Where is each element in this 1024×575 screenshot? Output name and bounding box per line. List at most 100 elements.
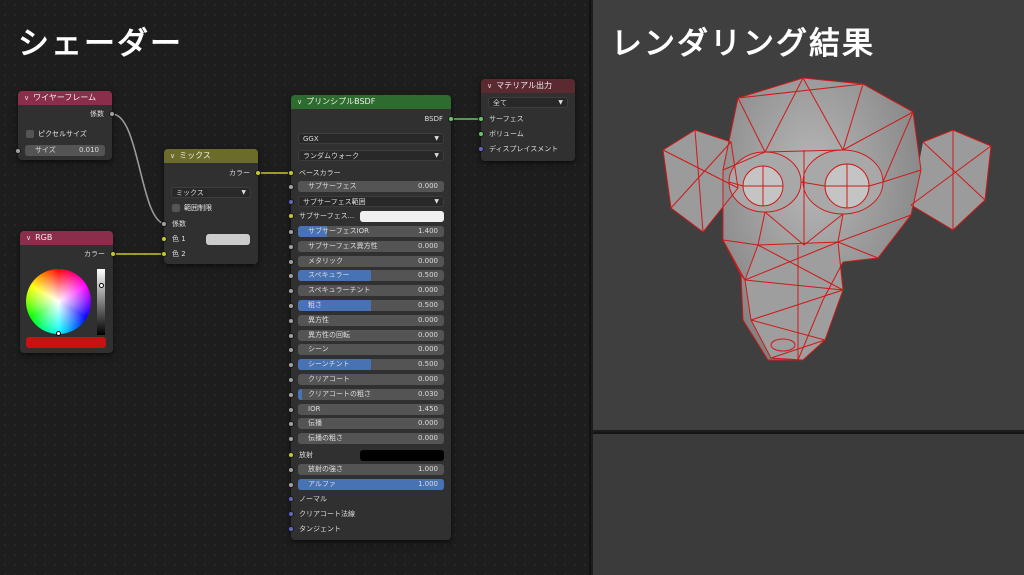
param-field[interactable]: スペキュラー 0.500 (298, 270, 444, 281)
param-socket[interactable] (288, 392, 294, 398)
color-wheel[interactable] (26, 269, 91, 334)
param-field[interactable]: サブサーフェスIOR 1.400 (298, 226, 444, 237)
mix-node[interactable]: ∨ ミックス カラー ミックス ▼ 範囲制限 係数 色 1 色 2 (161, 149, 261, 264)
size-field-label: サイズ (35, 146, 56, 154)
bsdf-output-socket[interactable] (448, 116, 454, 122)
param-label: 異方性の回転 (308, 331, 350, 339)
param-field[interactable]: シーンチント 0.500 (298, 359, 444, 370)
base-color-socket[interactable] (288, 170, 294, 176)
param-field[interactable]: 異方性 0.000 (298, 315, 444, 326)
color-wheel-cursor[interactable] (56, 331, 61, 336)
subsurface-color-socket[interactable] (288, 213, 294, 219)
param-field[interactable]: 粗さ 0.500 (298, 300, 444, 311)
factor-output-socket[interactable] (109, 111, 115, 117)
bsdf-node-header[interactable]: ∨ プリンシプルBSDF (291, 95, 451, 109)
displacement-socket[interactable] (478, 146, 484, 152)
param-value: 0.000 (417, 345, 438, 353)
surface-socket[interactable] (478, 116, 484, 122)
subsurface-radius-dropdown[interactable]: サブサーフェス範囲 ▼ (298, 196, 444, 207)
subsurface-color-swatch[interactable] (360, 211, 444, 222)
chevron-down-icon: ▼ (434, 135, 439, 142)
param-label: サブサーフェスIOR (308, 227, 370, 235)
param-field[interactable]: 異方性の回転 0.000 (298, 330, 444, 341)
param-label: クリアコート (308, 375, 350, 383)
shader-editor[interactable]: シェーダー ∨ ワイヤーフレーム 係数 ピクセルサイズ サイズ 0.010 ∨ RGB… (0, 0, 591, 575)
collapse-chevron-icon[interactable]: ∨ (170, 149, 175, 163)
subsurface-color-label: サブサーフェス... (299, 212, 355, 220)
alpha-socket[interactable] (288, 482, 294, 488)
value-slider-handle[interactable] (99, 283, 104, 288)
principled-bsdf-node[interactable]: ∨ プリンシプルBSDF BSDF GGX ▼ ランダムウォーク ▼ ベースカラー サ… (288, 95, 454, 540)
collapse-chevron-icon[interactable]: ∨ (487, 79, 492, 93)
emission-swatch[interactable] (360, 450, 444, 461)
color1-swatch[interactable] (206, 234, 250, 245)
rgb-node-header[interactable]: ∨ RGB (20, 231, 113, 245)
param-socket[interactable] (288, 259, 294, 265)
emission-socket[interactable] (288, 452, 294, 458)
render-viewport[interactable]: レンダリング結果 (593, 0, 1024, 430)
param-socket[interactable] (288, 303, 294, 309)
alpha-field[interactable]: アルファ 1.000 (298, 479, 444, 490)
subsurface-radius-socket[interactable] (288, 199, 294, 205)
subsurface-method-dropdown[interactable]: ランダムウォーク ▼ (298, 150, 444, 161)
param-socket[interactable] (288, 407, 294, 413)
color-swatch[interactable] (26, 337, 106, 348)
emission-strength-field[interactable]: 放射の強さ 1.000 (298, 464, 444, 475)
param-field[interactable]: IOR 1.450 (298, 404, 444, 415)
param-socket[interactable] (288, 333, 294, 339)
emission-label: 放射 (299, 451, 313, 459)
emission-strength-socket[interactable] (288, 467, 294, 473)
target-dropdown[interactable]: 全て ▼ (488, 97, 568, 108)
param-socket[interactable] (288, 347, 294, 353)
param-socket[interactable] (288, 244, 294, 250)
wireframe-node[interactable]: ∨ ワイヤーフレーム 係数 ピクセルサイズ サイズ 0.010 (15, 91, 115, 160)
param-field[interactable]: スペキュラーチント 0.000 (298, 285, 444, 296)
param-field[interactable]: サブサーフェス異方性 0.000 (298, 241, 444, 252)
collapse-chevron-icon[interactable]: ∨ (26, 231, 31, 245)
param-socket[interactable] (288, 273, 294, 279)
param-field[interactable]: メタリック 0.000 (298, 256, 444, 267)
field-value: 0.000 (417, 182, 438, 190)
normal-socket[interactable] (288, 496, 294, 502)
param-field[interactable]: クリアコートの粗さ 0.030 (298, 389, 444, 400)
color-output-label: カラー (229, 169, 250, 177)
param-field[interactable]: 伝播の粗さ 0.000 (298, 433, 444, 444)
param-field[interactable]: クリアコート 0.000 (298, 374, 444, 385)
param-socket[interactable] (288, 436, 294, 442)
param-socket[interactable] (288, 377, 294, 383)
output-node-header[interactable]: ∨ マテリアル出力 (481, 79, 575, 93)
value-slider[interactable] (97, 269, 105, 335)
color1-input-socket[interactable] (161, 236, 167, 242)
volume-socket[interactable] (478, 131, 484, 137)
rgb-node[interactable]: ∨ RGB カラー (20, 231, 116, 353)
param-field[interactable]: 伝播 0.000 (298, 418, 444, 429)
param-socket[interactable] (288, 318, 294, 324)
param-socket[interactable] (288, 229, 294, 235)
param-socket[interactable] (288, 421, 294, 427)
param-field[interactable]: シーン 0.000 (298, 344, 444, 355)
color-output-socket[interactable] (255, 170, 261, 176)
size-field[interactable]: サイズ 0.010 (25, 145, 105, 156)
surface-label: サーフェス (489, 115, 524, 123)
size-input-socket[interactable] (15, 148, 21, 154)
material-output-node[interactable]: ∨ マテリアル出力 全て ▼ サーフェス ボリューム ディスプレイスメント (478, 79, 575, 161)
node-title: マテリアル出力 (496, 81, 553, 90)
param-socket[interactable] (288, 362, 294, 368)
param-socket[interactable] (288, 288, 294, 294)
factor-input-socket[interactable] (161, 221, 167, 227)
distribution-dropdown[interactable]: GGX ▼ (298, 133, 444, 144)
subsurface-socket[interactable] (288, 184, 294, 190)
param-value: 0.000 (417, 286, 438, 294)
param-value: 0.000 (417, 331, 438, 339)
collapse-chevron-icon[interactable]: ∨ (24, 91, 29, 105)
clearcoat-normal-socket[interactable] (288, 511, 294, 517)
subsurface-field[interactable]: サブサーフェス 0.000 (298, 181, 444, 192)
param-value: 0.500 (417, 301, 438, 309)
collapse-chevron-icon[interactable]: ∨ (297, 95, 302, 109)
wireframe-node-header[interactable]: ∨ ワイヤーフレーム (18, 91, 112, 105)
color2-input-socket[interactable] (161, 251, 167, 257)
blend-mode-dropdown[interactable]: ミックス ▼ (171, 187, 251, 198)
color-output-socket[interactable] (110, 251, 116, 257)
mix-node-header[interactable]: ∨ ミックス (164, 149, 258, 163)
tangent-socket[interactable] (288, 526, 294, 532)
